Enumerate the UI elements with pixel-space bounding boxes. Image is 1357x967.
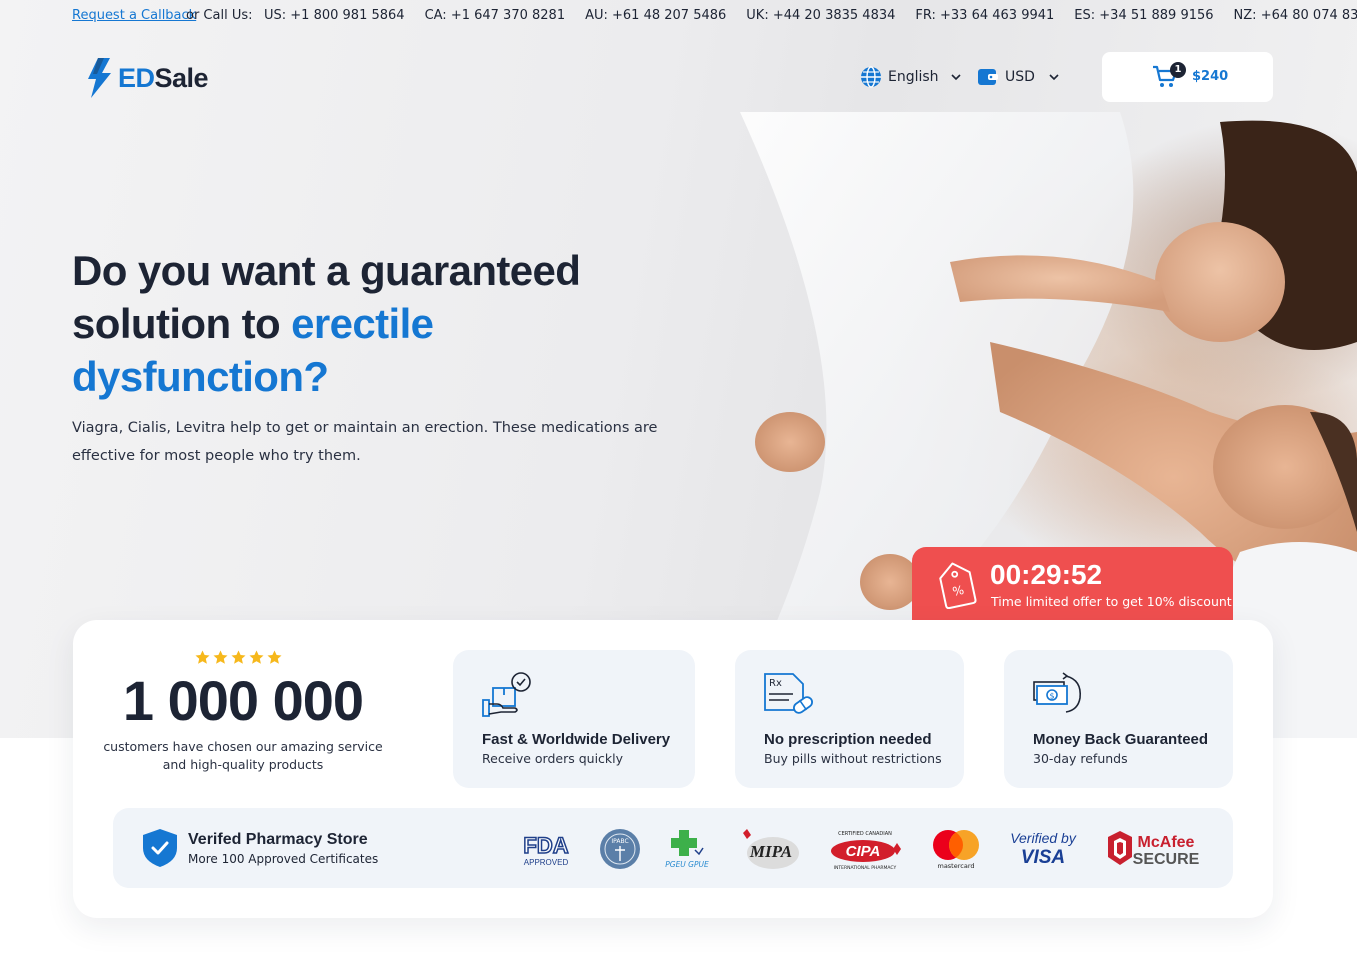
language-selector[interactable]: English	[860, 66, 961, 88]
mipa-logo: MIPA	[737, 826, 801, 872]
currency-selector[interactable]: USD	[977, 66, 1059, 88]
verified-title: Verifed Pharmacy Store	[188, 831, 368, 848]
mcafee-secure-logo: McAfee SECURE	[1105, 826, 1201, 872]
phone-es[interactable]: ES: +34 51 889 9156	[1074, 8, 1213, 23]
customer-count: 1 000 000	[122, 669, 364, 732]
verified-pharmacy-strip: Verifed Pharmacy Store More 100 Approved…	[113, 808, 1233, 888]
ipabc-logo: IPABC	[599, 826, 641, 872]
feature-title: No prescription needed	[764, 731, 932, 748]
feature-money-back: $ Money Back Guaranteed 30-day refunds	[1004, 650, 1233, 788]
site-header: EDSale English USD 1 $240	[0, 44, 1357, 112]
chevron-down-icon	[1049, 74, 1059, 81]
site-logo[interactable]: EDSale	[86, 58, 209, 98]
wallet-icon	[978, 69, 998, 85]
money-back-icon: $	[1033, 672, 1082, 713]
discount-timer[interactable]: % 00:29:52 Time limited offer to get 10%…	[912, 547, 1233, 622]
star-icon	[213, 650, 228, 664]
phone-ca[interactable]: CA: +1 647 370 8281	[425, 8, 566, 23]
cipa-icon: CERTIFIED CANADIAN CIPA INTERNATIONAL PH…	[831, 831, 901, 871]
top-contact-bar: Request a Callback or Call Us: US: +1 80…	[0, 0, 1357, 32]
mcafee-text: McAfee	[1138, 834, 1195, 851]
star-icon	[195, 650, 210, 664]
request-callback-link[interactable]: Request a Callback	[72, 8, 196, 23]
stats-card: 1 000 000 customers have chosen our amaz…	[73, 620, 1273, 918]
discount-tag-icon: %	[939, 562, 977, 609]
pgeu-cross-icon: PGEU GPUE	[665, 830, 709, 869]
phone-nz[interactable]: NZ: +64 80 074 8315	[1234, 8, 1357, 23]
delivery-icon	[482, 672, 531, 717]
svg-text:Rx: Rx	[769, 678, 782, 689]
feature-no-prescription: Rx No prescription needed Buy pills with…	[735, 650, 964, 788]
cart-count-badge: 1	[1170, 62, 1186, 78]
feature-subtitle: Receive orders quickly	[482, 751, 624, 766]
mastercard-text: mastercard	[937, 862, 974, 870]
language-label: English	[888, 69, 939, 85]
visa-icon: Verified by VISA	[1010, 830, 1077, 868]
mipa-icon: MIPA	[743, 829, 799, 869]
phone-us[interactable]: US: +1 800 981 5864	[264, 8, 405, 23]
mipa-text: MIPA	[749, 842, 792, 861]
phone-au[interactable]: AU: +61 48 207 5486	[585, 8, 726, 23]
fda-approved-icon: FDA APPROVED	[523, 832, 570, 867]
phone-uk[interactable]: UK: +44 20 3835 4834	[746, 8, 895, 23]
feature-delivery: Fast & Worldwide Delivery Receive orders…	[453, 650, 695, 788]
mcafee-shield-icon: McAfee SECURE	[1108, 831, 1200, 868]
cart-button[interactable]: 1 $240	[1102, 52, 1273, 102]
shield-check-icon	[143, 829, 177, 867]
phone-fr[interactable]: FR: +33 64 463 9941	[915, 8, 1054, 23]
mastercard-icon: mastercard	[933, 830, 979, 870]
svg-text:$: $	[1050, 692, 1055, 701]
brand-sale: Sale	[154, 62, 209, 93]
customer-count-caption: customers have chosen our amazing servic…	[103, 739, 383, 772]
ipabc-seal-icon: IPABC	[600, 829, 640, 869]
brand-name: EDSale	[118, 62, 209, 94]
star-icon	[249, 650, 264, 664]
brand-ed: ED	[118, 62, 155, 93]
rating-stars	[195, 650, 282, 665]
cart-total: $240	[1192, 69, 1229, 84]
chevron-down-icon	[950, 74, 961, 81]
call-us-label: or Call Us:	[186, 8, 253, 23]
ipabc-text: IPABC	[611, 838, 628, 845]
cipa-logo: CERTIFIED CANADIAN CIPA INTERNATIONAL PH…	[825, 826, 905, 872]
currency-label: USD	[1005, 69, 1035, 85]
lightning-bolt-icon	[88, 58, 111, 98]
timer-caption: Time limited offer to get 10% discount	[991, 594, 1232, 609]
fda-approved-text: APPROVED	[524, 858, 569, 867]
pgeu-logo: PGEU GPUE	[661, 826, 713, 872]
verified-by-visa-logo: Verified by VISA	[1005, 826, 1081, 872]
mcafee-secure-text: SECURE	[1133, 851, 1200, 868]
hero-headline: Do you want a guaranteed solution to ere…	[72, 244, 632, 403]
star-icon	[231, 650, 246, 664]
mastercard-logo: mastercard	[928, 826, 984, 872]
feature-subtitle: 30-day refunds	[1033, 751, 1128, 766]
fda-text: FDA	[523, 833, 568, 858]
cipa-bottom-text: INTERNATIONAL PHARMACY	[834, 865, 897, 871]
globe-icon	[861, 66, 881, 88]
pgeu-text: PGEU GPUE	[665, 860, 709, 869]
star-icon	[267, 650, 282, 664]
feature-title: Fast & Worldwide Delivery	[482, 731, 671, 748]
feature-title: Money Back Guaranteed	[1033, 731, 1209, 748]
visa-verified-text: Verified by	[1010, 830, 1077, 846]
phone-list: US: +1 800 981 5864 CA: +1 647 370 8281 …	[264, 8, 1357, 23]
svg-text:%: %	[951, 583, 965, 599]
visa-text: VISA	[1021, 847, 1065, 868]
prescription-icon: Rx	[764, 673, 813, 714]
verified-subtitle: More 100 Approved Certificates	[188, 852, 379, 866]
fda-logo: FDA APPROVED	[518, 826, 574, 872]
feature-subtitle: Buy pills without restrictions	[764, 751, 942, 766]
cipa-top-text: CERTIFIED CANADIAN	[838, 831, 892, 837]
timer-countdown: 00:29:52	[990, 559, 1103, 590]
cipa-text: CIPA	[846, 843, 881, 860]
hero-lead-text: Viagra, Cialis, Levitra help to get or m…	[72, 420, 658, 464]
